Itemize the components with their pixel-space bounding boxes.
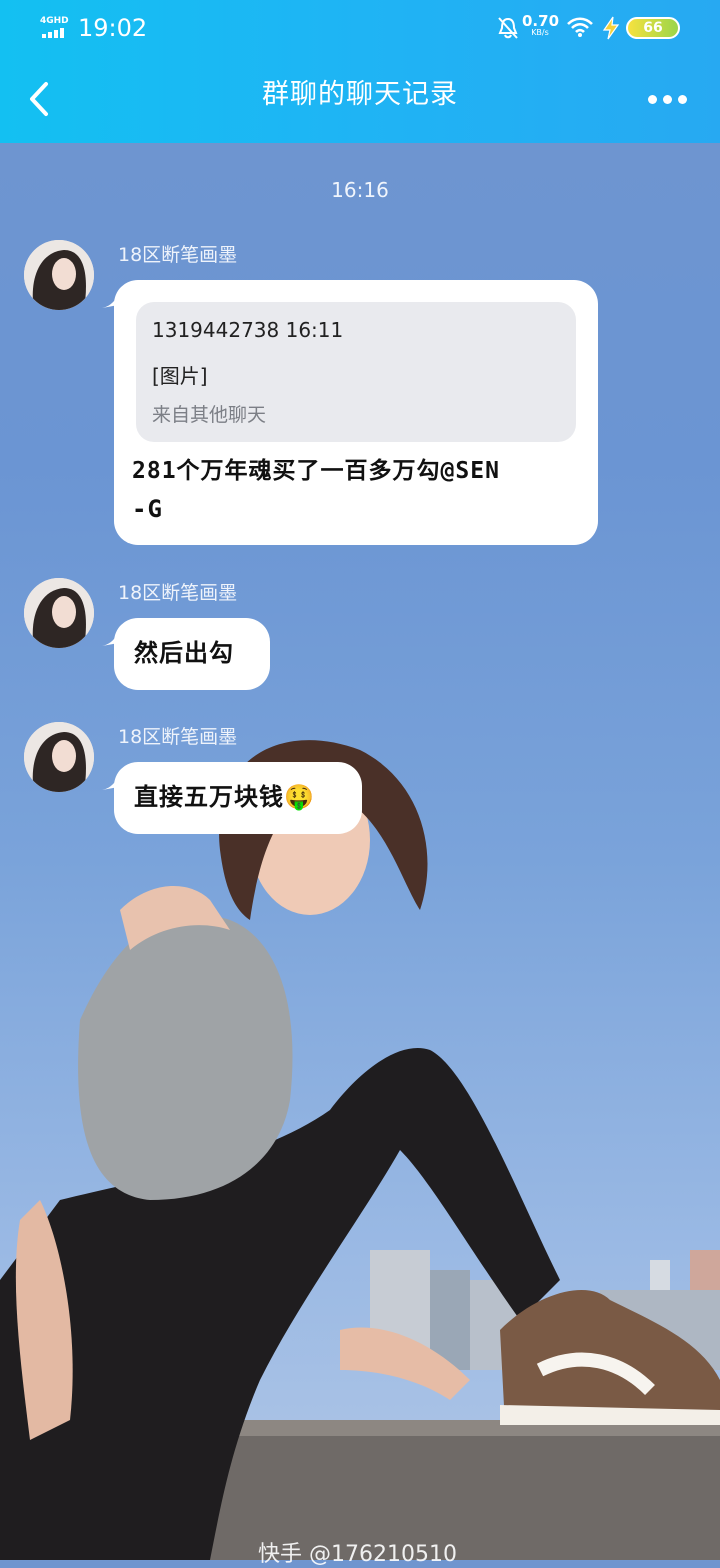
cellular-signal-icon: 4GHD [40, 16, 70, 40]
message-text: 直接五万块钱🤑 [134, 778, 315, 816]
avatar-image [24, 578, 94, 648]
speed-unit: KB/s [531, 28, 549, 37]
money-face-emoji: 🤑 [284, 783, 315, 811]
battery-indicator: 66 [626, 17, 680, 39]
quote-source: 来自其他聊天 [152, 404, 267, 426]
network-speed: 0.70 KB/s [522, 12, 560, 37]
quoted-message[interactable]: 1319442738 16:11 [图片] 来自其他聊天 [136, 302, 576, 442]
status-time: 19:02 [78, 14, 148, 42]
quote-header: 1319442738 16:11 [152, 318, 344, 342]
sender-name: 18区断笔画墨 [118, 726, 238, 748]
avatar-image [24, 722, 94, 792]
message-text-line: 281个万年魂买了一百多万勾@SEN [132, 458, 500, 484]
more-dots-icon[interactable] [648, 90, 692, 108]
avatar[interactable] [24, 578, 94, 648]
mute-bell-icon [498, 17, 518, 39]
wifi-icon [567, 17, 593, 37]
message-bubble[interactable]: 然后出勾 [114, 618, 270, 690]
sender-name: 18区断笔画墨 [118, 582, 238, 604]
chat-timestamp: 16:16 [331, 178, 389, 202]
avatar-image [24, 240, 94, 310]
message-bubble[interactable]: 直接五万块钱🤑 [114, 762, 362, 834]
speed-value: 0.70 [522, 12, 560, 30]
status-bar: 4GHD 19:02 0.70 KB/s 66 [0, 0, 720, 56]
message-text-line: -G [132, 495, 163, 523]
message-text: 然后出勾 [134, 639, 234, 667]
message-bubble[interactable]: 1319442738 16:11 [图片] 来自其他聊天 281个万年魂买了一百… [114, 280, 598, 545]
charging-bolt-icon [602, 16, 620, 40]
message-text-content: 直接五万块钱 [134, 783, 284, 811]
network-type: 4GHD [40, 16, 69, 26]
quote-content: [图片] [152, 364, 208, 388]
message-text: 281个万年魂买了一百多万勾@SEN -G [132, 452, 592, 528]
avatar[interactable] [24, 240, 94, 310]
top-bar: 4GHD 19:02 0.70 KB/s 66 群聊的聊天记录 [0, 0, 720, 143]
watermark: 快手 @176210510 [258, 1542, 457, 1567]
avatar[interactable] [24, 722, 94, 792]
sender-name: 18区断笔画墨 [118, 244, 238, 266]
page-title: 群聊的聊天记录 [262, 79, 458, 110]
